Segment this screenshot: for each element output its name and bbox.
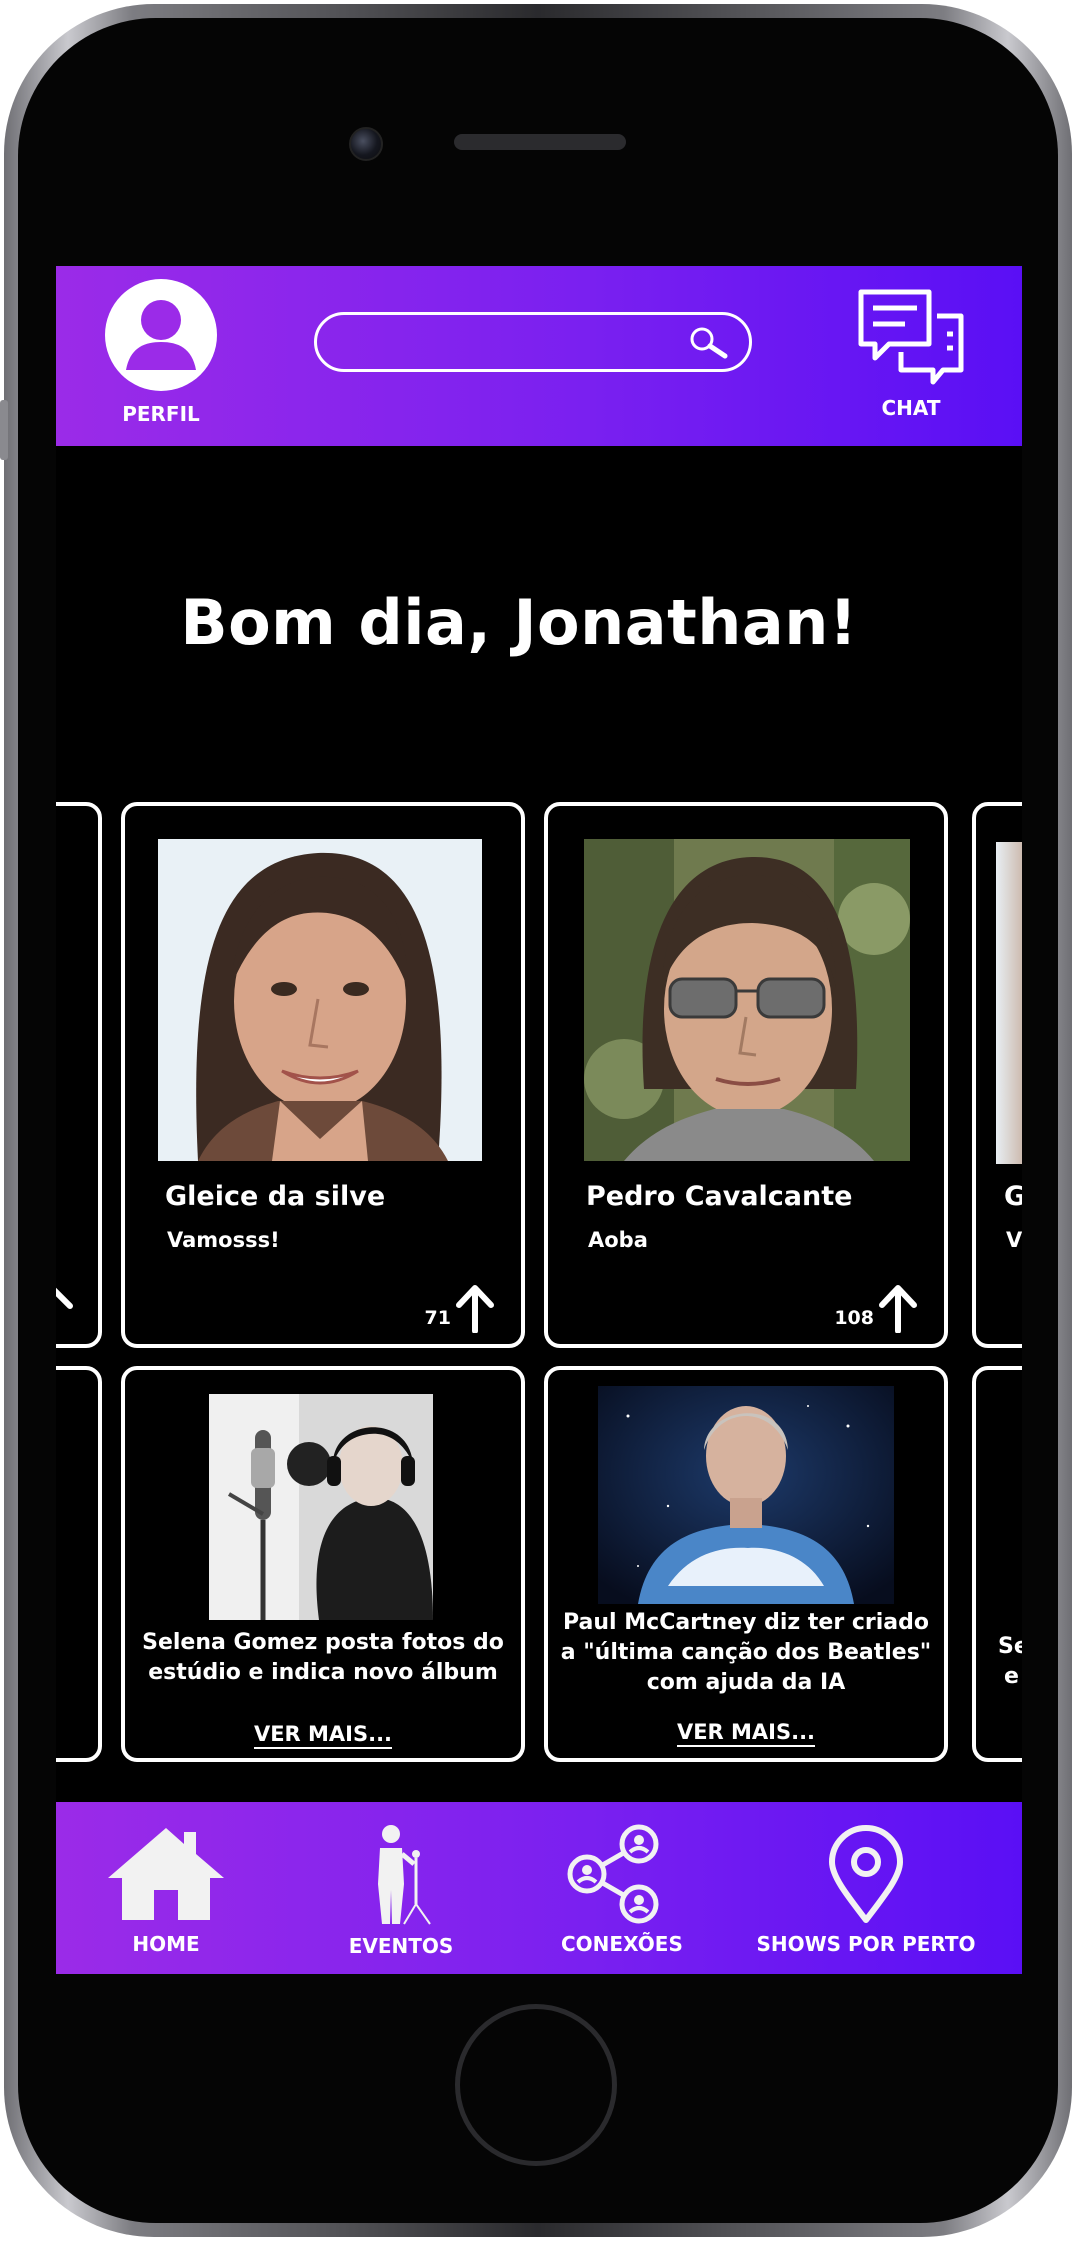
bottom-nav: HOME EVENTOS CONEXÕES SHOWS POR PERTO [56, 1802, 1022, 1974]
home-icon [108, 1828, 224, 1920]
tab-home[interactable]: HOME [104, 1824, 228, 1956]
tab-eventos[interactable]: EVENTOS [346, 1824, 456, 1958]
user-avatar-icon [105, 279, 217, 391]
profile-label: PERFIL [122, 402, 200, 426]
arrow-up-icon [879, 1285, 917, 1333]
see-more-link[interactable]: VER MAIS... [125, 1722, 521, 1749]
post-author-photo [158, 839, 482, 1161]
upvote-arrow-icon[interactable] [56, 1284, 78, 1328]
post-text: Aoba [588, 1228, 648, 1252]
app-screen: PERFIL CHAT Bom dia, Jonathan! Gleice da… [56, 266, 1022, 1974]
news-photo [598, 1386, 894, 1604]
chat-button[interactable]: CHAT [851, 286, 971, 420]
see-more-label[interactable]: VER MAIS... [676, 1720, 816, 1747]
profile-button[interactable]: PERFIL [101, 278, 221, 426]
vote-count: 108 [834, 1307, 874, 1329]
news-title-partial: Se e [998, 1632, 1022, 1692]
news-title-partial-line: e [1004, 1664, 1019, 1689]
arrow-up-icon [456, 1285, 494, 1333]
chat-bubbles-icon [858, 289, 964, 385]
post-text-partial: V [1006, 1228, 1022, 1252]
earpiece-speaker [454, 134, 626, 150]
news-title[interactable]: Paul McCartney diz ter criado a "última … [558, 1608, 934, 1698]
search-icon[interactable] [687, 325, 731, 361]
search-bar[interactable] [314, 312, 752, 372]
post-author-name[interactable]: Pedro Cavalcante [586, 1181, 852, 1212]
greeting-heading: Bom dia, Jonathan! [180, 586, 858, 659]
news-card-partial-left[interactable]: o [56, 1366, 102, 1762]
news-card[interactable]: Paul McCartney diz ter criado a "última … [544, 1366, 948, 1762]
see-more-link[interactable]: VER MAIS... [548, 1720, 944, 1747]
tab-shows-por-perto-label: SHOWS POR PERTO [756, 1932, 976, 1956]
news-photo [209, 1394, 433, 1620]
post-photo-partial [996, 842, 1022, 1164]
phone-home-button[interactable] [455, 2004, 617, 2166]
news-title-partial-line: Se [998, 1634, 1022, 1659]
post-card[interactable]: Pedro Cavalcante Aoba 108 [544, 802, 948, 1348]
news-card[interactable]: Selena Gomez posta fotos do estúdio e in… [121, 1366, 525, 1762]
post-author-photo [584, 839, 910, 1161]
post-text: Vamosss! [167, 1228, 280, 1252]
phone-side-button [0, 400, 8, 460]
post-author-name-partial: G [1004, 1181, 1022, 1212]
search-input[interactable] [339, 323, 673, 363]
see-more-label[interactable]: VER MAIS... [253, 1722, 393, 1749]
news-title[interactable]: Selena Gomez posta fotos do estúdio e in… [135, 1628, 511, 1688]
post-card-partial-right[interactable]: G V [972, 802, 1022, 1348]
tab-home-label: HOME [132, 1932, 200, 1956]
upvote-button[interactable]: 71 [425, 1281, 495, 1333]
post-author-name[interactable]: Gleice da silve [165, 1181, 385, 1212]
tab-conexoes[interactable]: CONEXÕES [561, 1824, 683, 1956]
front-camera [349, 127, 383, 161]
tab-eventos-label: EVENTOS [348, 1934, 454, 1958]
tab-conexoes-label: CONEXÕES [561, 1932, 683, 1956]
chat-label: CHAT [881, 396, 941, 420]
top-bar: PERFIL CHAT [56, 266, 1022, 446]
vote-count: 71 [424, 1307, 451, 1329]
tab-shows-por-perto[interactable]: SHOWS POR PERTO [756, 1824, 976, 1956]
share-network-icon [567, 1824, 659, 1924]
news-card-partial-right[interactable]: Se e [972, 1366, 1022, 1762]
singer-icon [378, 1825, 431, 1925]
location-pin-icon [829, 1825, 903, 1923]
post-card-partial-left[interactable] [56, 802, 102, 1348]
post-card[interactable]: Gleice da silve Vamosss! 71 [121, 802, 525, 1348]
upvote-button[interactable]: 108 [834, 1281, 918, 1333]
